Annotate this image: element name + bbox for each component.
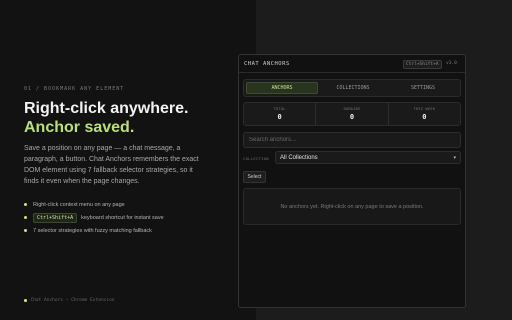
stat-value: 0	[349, 113, 355, 121]
feature-list: Right-click context menu on any page Ctr…	[24, 198, 164, 237]
tab-bar: ANCHORS COLLECTIONS SETTINGS	[243, 79, 461, 97]
extension-popup: CHAT ANCHORS Ctrl+Shift+A v3.0 ANCHORS C…	[238, 54, 466, 308]
footer: Chat Anchors — Chrome Extension	[24, 298, 115, 303]
feature-item: Right-click context menu on any page	[24, 198, 164, 211]
feature-item: 7 selector strategies with fuzzy matchin…	[24, 224, 164, 237]
stats-panel: TOTAL 0 DOMAINS 0 THIS WEEK 0	[243, 102, 461, 126]
stat-label: DOMAINS	[343, 107, 361, 111]
feature-item: Ctrl+Shift+A keyboard shortcut for insta…	[24, 211, 164, 224]
section-eyebrow: 01 / BOOKMARK ANY ELEMENT	[24, 86, 125, 92]
footer-dot-icon	[24, 299, 27, 302]
shortcut-badge: Ctrl+Shift+A	[403, 60, 442, 69]
stat-label: THIS WEEK	[413, 107, 436, 111]
description: Save a position on any page — a chat mes…	[24, 145, 199, 185]
headline-line-2: Anchor saved.	[24, 119, 135, 136]
tab-anchors[interactable]: ANCHORS	[246, 82, 318, 94]
collection-select[interactable]: All Collections ▾	[275, 151, 461, 164]
stat-total: TOTAL 0	[244, 103, 317, 125]
feature-text: 7 selector strategies with fuzzy matchin…	[33, 227, 152, 234]
feature-text: Right-click context menu on any page	[33, 201, 125, 208]
select-button[interactable]: Select	[243, 171, 266, 183]
popup-title: CHAT ANCHORS	[244, 61, 290, 67]
headline-line-1: Right-click anywhere.	[24, 100, 189, 117]
collection-label: COLLECTION	[243, 156, 269, 161]
chevron-down-icon: ▾	[453, 154, 456, 161]
keyboard-shortcut-badge: Ctrl+Shift+A	[33, 212, 78, 223]
tab-settings[interactable]: SETTINGS	[388, 82, 458, 94]
bullet-dot-icon	[24, 229, 27, 232]
tab-collections[interactable]: COLLECTIONS	[318, 82, 388, 94]
headline: Right-click anywhere. Anchor saved.	[24, 99, 244, 137]
bullet-dot-icon	[24, 216, 27, 219]
stat-domains: DOMAINS 0	[316, 103, 389, 125]
empty-state-message: No anchors yet. Right-click on any page …	[280, 203, 424, 210]
popup-header: CHAT ANCHORS Ctrl+Shift+A v3.0	[239, 55, 465, 73]
stat-value: 0	[422, 113, 427, 121]
empty-state: No anchors yet. Right-click on any page …	[243, 188, 461, 225]
footer-text: Chat Anchors — Chrome Extension	[30, 298, 115, 303]
stat-value: 0	[277, 113, 282, 121]
feature-text: keyboard shortcut for instant save	[81, 214, 164, 221]
search-input[interactable]	[243, 132, 461, 148]
stat-label: TOTAL	[273, 107, 286, 111]
collection-select-value: All Collections	[280, 154, 318, 161]
stat-this-week: THIS WEEK 0	[389, 103, 460, 125]
version-label: v3.0	[446, 61, 457, 66]
bullet-dot-icon	[24, 203, 27, 206]
